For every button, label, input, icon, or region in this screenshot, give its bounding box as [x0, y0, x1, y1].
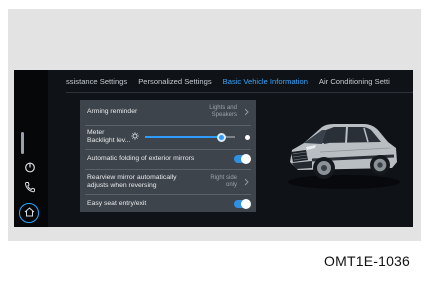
tab-divider — [66, 92, 413, 93]
tab-air-conditioning-settings[interactable]: Air Conditioning Setti — [319, 77, 390, 86]
tab-assistance-settings[interactable]: ssistance Settings — [66, 77, 127, 86]
auto-fold-mirrors-row: Automatic folding of exterior mirrors — [80, 150, 256, 168]
infotainment-screen: ssistance Settings Personalized Settings… — [14, 70, 413, 227]
backlight-slider[interactable] — [139, 132, 239, 142]
meter-backlight-label: Meter Backlight lev... — [87, 129, 131, 144]
easy-seat-toggle[interactable] — [234, 198, 251, 209]
meter-backlight-row: Meter Backlight lev... — [80, 126, 256, 148]
arming-reminder-row[interactable]: Arming reminder Lights and Speakers — [80, 100, 256, 124]
phone-icon[interactable] — [21, 178, 39, 196]
figure-code: OMT1E-1036 — [324, 253, 411, 269]
rearview-mirror-row[interactable]: Rearview mirror automatically adjusts wh… — [80, 170, 256, 193]
tab-bar: ssistance Settings Personalized Settings… — [66, 70, 413, 92]
chevron-right-icon — [242, 107, 250, 117]
home-button[interactable] — [19, 203, 39, 223]
toggle-knob — [241, 198, 251, 209]
arming-reminder-value: Lights and Speakers — [209, 105, 237, 118]
vehicle-image — [282, 110, 404, 192]
settings-card: Arming reminder Lights and Speakers Mete… — [80, 100, 256, 212]
auto-fold-mirrors-toggle[interactable] — [234, 154, 251, 164]
slider-fill — [145, 136, 222, 138]
slider-track[interactable] — [145, 132, 235, 142]
rearview-mirror-value: Right side only — [210, 174, 237, 188]
slider-max-dot — [245, 134, 250, 140]
arming-reminder-label: Arming reminder — [87, 108, 138, 116]
easy-seat-label: Easy seat entry/exit — [87, 199, 147, 207]
easy-seat-row: Easy seat entry/exit — [80, 195, 256, 212]
tab-personalized-settings[interactable]: Personalized Settings — [138, 77, 211, 86]
auto-fold-mirrors-label: Automatic folding of exterior mirrors — [87, 155, 195, 163]
brightness-icon — [131, 131, 139, 143]
rearview-mirror-label: Rearview mirror automatically adjusts wh… — [87, 173, 177, 189]
left-rail — [14, 70, 48, 227]
dial-icon[interactable] — [21, 158, 39, 176]
tab-basic-vehicle-information[interactable]: Basic Vehicle Information — [223, 77, 308, 86]
home-icon — [24, 204, 35, 222]
rail-indicator — [21, 132, 24, 154]
slider-thumb[interactable] — [217, 132, 226, 142]
toggle-knob — [241, 154, 251, 164]
chevron-right-icon — [242, 177, 250, 187]
